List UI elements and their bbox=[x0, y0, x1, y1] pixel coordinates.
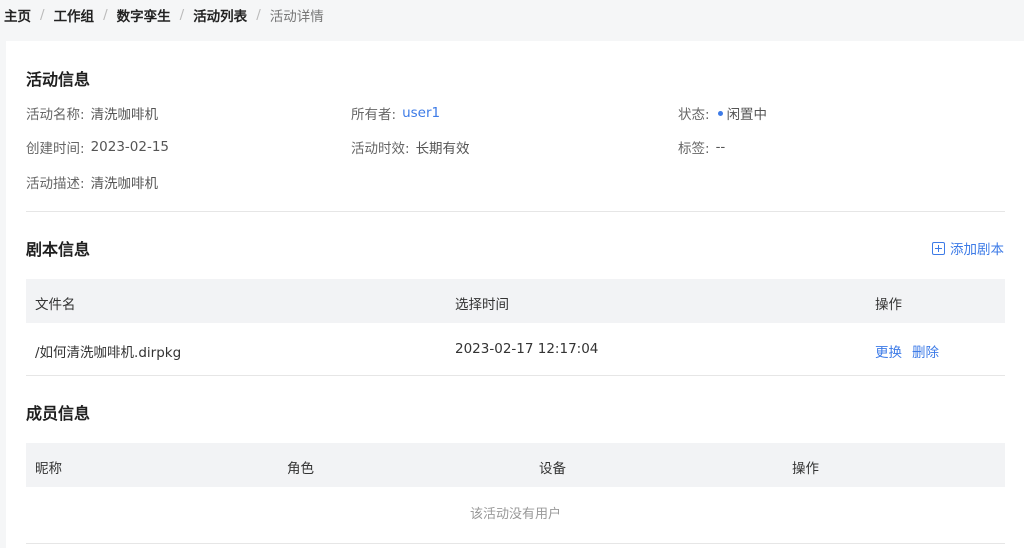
script-info-title: 剧本信息 bbox=[26, 240, 91, 259]
breadcrumb-separator: / bbox=[179, 7, 185, 23]
column-header-select-time: 选择时间 bbox=[455, 297, 509, 313]
owner-field: 所有者: user1 bbox=[351, 103, 440, 123]
description-field: 活动描述: 清洗咖啡机 bbox=[26, 172, 158, 192]
add-script-label: 添加剧本 bbox=[950, 242, 1004, 258]
status-dot-icon bbox=[717, 110, 723, 116]
delete-script-link[interactable]: 删除 bbox=[912, 345, 939, 361]
member-info-title: 成员信息 bbox=[26, 404, 91, 423]
script-table-header: 文件名 选择时间 操作 bbox=[26, 279, 1005, 323]
activity-info-title: 活动信息 bbox=[26, 70, 91, 89]
owner-link[interactable]: user1 bbox=[402, 105, 440, 121]
status-field: 状态: 闲置中 bbox=[678, 103, 767, 123]
script-select-time: 2023-02-17 12:17:04 bbox=[455, 341, 599, 357]
add-script-button[interactable]: 添加剧本 bbox=[932, 238, 1004, 258]
breadcrumb-separator: / bbox=[103, 7, 108, 23]
breadcrumb-activity-list[interactable]: 活动列表 bbox=[193, 5, 247, 25]
column-header-actions: 操作 bbox=[792, 461, 819, 477]
breadcrumb-separator: / bbox=[256, 7, 261, 23]
activity-name-field: 活动名称: 清洗咖啡机 bbox=[26, 103, 158, 123]
empty-state-text: 该活动没有用户 bbox=[26, 487, 1005, 544]
plus-square-icon bbox=[932, 241, 945, 255]
activity-name-label: 活动名称: bbox=[26, 107, 85, 123]
tags-value: -- bbox=[715, 139, 726, 155]
validity-label: 活动时效: bbox=[351, 141, 410, 157]
status-label: 状态: bbox=[678, 107, 710, 123]
table-row: /如何清洗咖啡机.dirpkg 2023-02-17 12:17:04 更换 删除 bbox=[26, 323, 1005, 376]
column-header-actions: 操作 bbox=[875, 297, 902, 313]
breadcrumb-activity-detail: 活动详情 bbox=[269, 9, 324, 25]
activity-name-value: 清洗咖啡机 bbox=[90, 107, 159, 123]
breadcrumb: 主页 / 工作组 / 数字孪生 / 活动列表 / 活动详情 bbox=[4, 4, 324, 26]
member-table-header: 昵称 角色 设备 操作 bbox=[26, 443, 1005, 487]
status-value: 闲置中 bbox=[726, 107, 768, 123]
description-label: 活动描述: bbox=[26, 176, 85, 192]
breadcrumb-home[interactable]: 主页 bbox=[4, 5, 31, 25]
created-time-value: 2023-02-15 bbox=[90, 139, 170, 155]
column-header-device: 设备 bbox=[539, 461, 566, 477]
script-table: 文件名 选择时间 操作 /如何清洗咖啡机.dirpkg 2023-02-17 1… bbox=[26, 279, 1005, 376]
created-time-field: 创建时间: 2023-02-15 bbox=[26, 137, 169, 157]
validity-field: 活动时效: 长期有效 bbox=[351, 137, 470, 157]
created-time-label: 创建时间: bbox=[26, 141, 85, 157]
detail-card: 活动信息 活动名称: 清洗咖啡机 所有者: user1 状态: 闲置中 创建时间… bbox=[6, 41, 1024, 548]
owner-label: 所有者: bbox=[351, 107, 397, 123]
column-header-filename: 文件名 bbox=[35, 297, 76, 313]
member-table: 昵称 角色 设备 操作 该活动没有用户 bbox=[26, 443, 1005, 544]
section-divider bbox=[26, 211, 1005, 212]
column-header-role: 角色 bbox=[287, 461, 314, 477]
tags-label: 标签: bbox=[678, 141, 710, 157]
breadcrumb-workgroup[interactable]: 工作组 bbox=[54, 5, 95, 25]
tags-field: 标签: -- bbox=[678, 137, 725, 157]
description-value: 清洗咖啡机 bbox=[90, 176, 159, 192]
script-actions: 更换 删除 bbox=[875, 341, 949, 361]
replace-script-link[interactable]: 更换 bbox=[875, 345, 902, 361]
column-header-nickname: 昵称 bbox=[35, 461, 62, 477]
breadcrumb-digital-twin[interactable]: 数字孪生 bbox=[117, 5, 171, 25]
validity-value: 长期有效 bbox=[415, 141, 470, 157]
script-filename: /如何清洗咖啡机.dirpkg bbox=[35, 345, 182, 361]
breadcrumb-separator: / bbox=[40, 7, 45, 23]
